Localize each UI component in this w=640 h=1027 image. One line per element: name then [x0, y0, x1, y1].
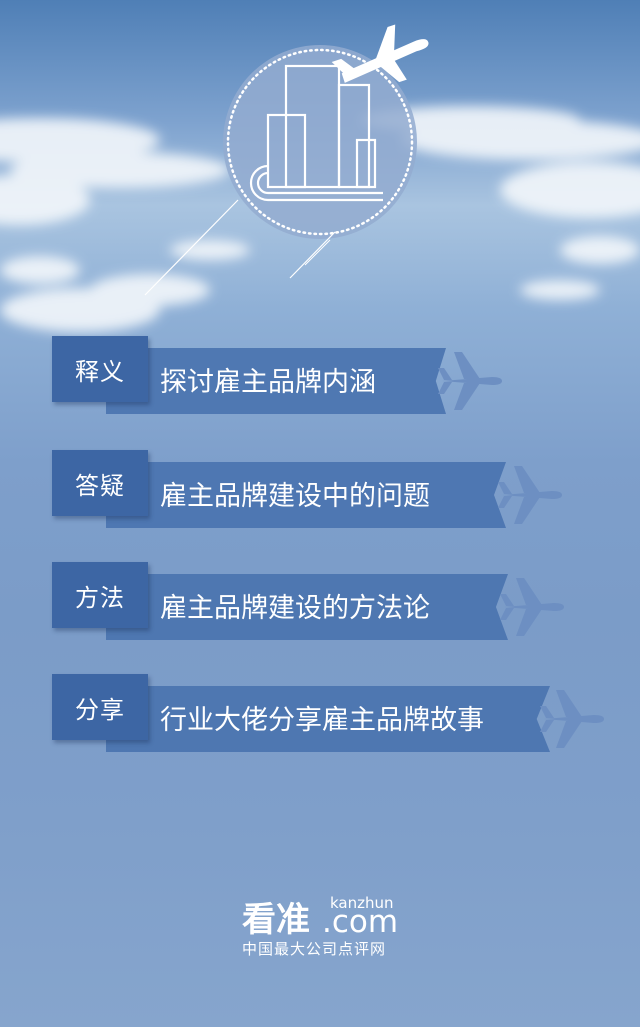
- list-item: 分享 行业大佬分享雇主品牌故事: [0, 674, 640, 754]
- buildings-emblem-icon: [144, 24, 429, 296]
- logo-slogan: 中国最大公司点评网: [242, 940, 387, 958]
- row-text: 雇主品牌建设中的问题: [160, 481, 430, 512]
- airplane-icon: [540, 690, 604, 748]
- row-text: 行业大佬分享雇主品牌故事: [160, 705, 484, 736]
- row-tag: 分享: [52, 674, 148, 740]
- row-text: 雇主品牌建设的方法论: [160, 593, 430, 624]
- list-item: 释义 探讨雇主品牌内涵: [0, 336, 640, 416]
- airplane-icon: [500, 578, 564, 636]
- list-item: 方法 雇主品牌建设的方法论: [0, 562, 640, 642]
- row-tag: 答疑: [52, 450, 148, 516]
- brand-logo: 看准 kanzhun .com 中国最大公司点评网: [242, 892, 412, 962]
- row-text: 探讨雇主品牌内涵: [160, 367, 376, 398]
- row-tag: 释义: [52, 336, 148, 402]
- row-tag: 方法: [52, 562, 148, 628]
- list-item: 答疑 雇主品牌建设中的问题: [0, 450, 640, 530]
- logo-domain-text: .com: [322, 904, 399, 940]
- page: 释义 探讨雇主品牌内涵 答疑 雇主品牌建设中的问题 方法 雇主品牌建设的方法论: [0, 0, 640, 1027]
- airplane-icon: [438, 352, 502, 410]
- airplane-icon: [498, 466, 562, 524]
- logo-main-text: 看准: [242, 900, 310, 940]
